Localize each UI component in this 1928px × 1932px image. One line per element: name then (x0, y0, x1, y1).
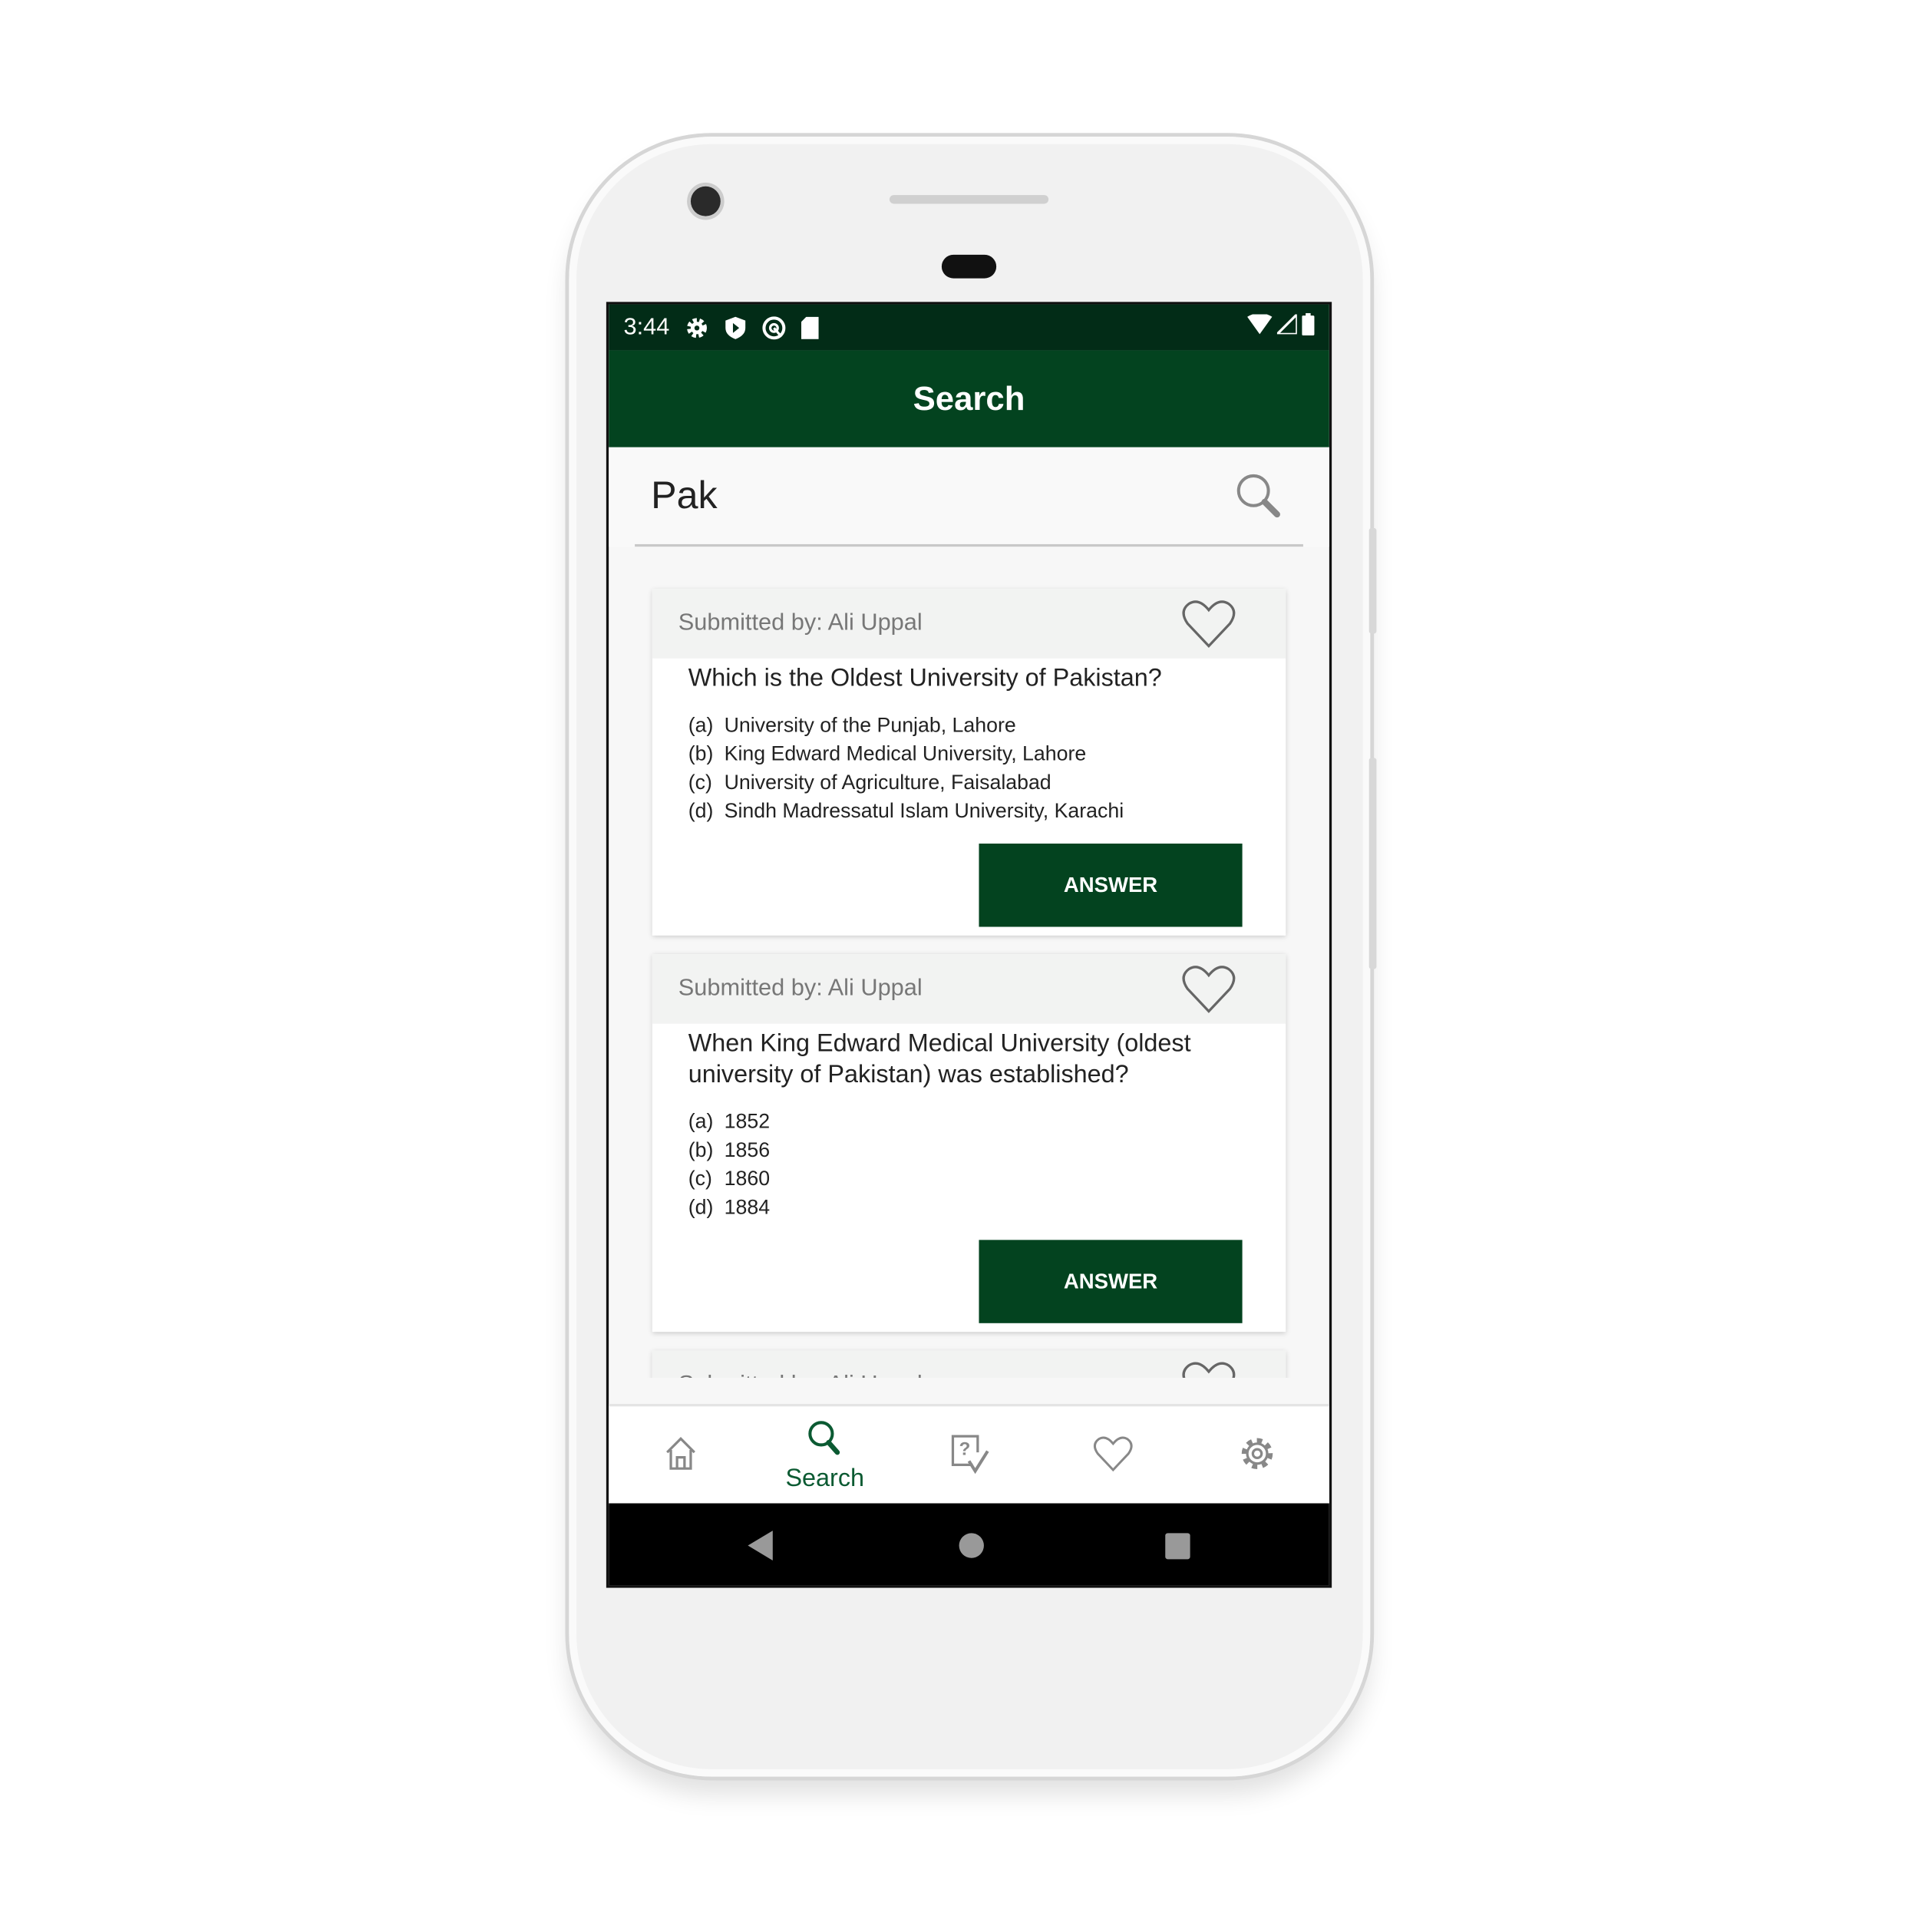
option-label: (a) (688, 714, 714, 737)
nav-item-gear[interactable] (1185, 1406, 1329, 1505)
results-list[interactable]: Submitted by: Ali Uppal Which is the Old… (609, 547, 1329, 1379)
speaker-grille (889, 195, 1049, 204)
submitted-by: Submitted by: Ali Uppal (678, 975, 923, 1002)
option: (c) 1860 (688, 1165, 1251, 1194)
option-label: (d) (688, 1196, 714, 1219)
option-label: (c) (688, 771, 712, 794)
search-input[interactable] (636, 464, 1213, 527)
system-navigation-bar (609, 1503, 1329, 1586)
option-text: Sindh Madressatul Islam University, Kara… (724, 800, 1124, 823)
heart-icon[interactable] (1181, 1360, 1236, 1379)
option: (b) 1856 (688, 1137, 1251, 1165)
gear-icon (1237, 1433, 1277, 1479)
signal-icon (1274, 310, 1299, 342)
options-list: (a) University of the Punjab, Lahore (b) Ki… (652, 695, 1286, 827)
heart-icon (1093, 1435, 1133, 1478)
submitted-by: Submitted by: Ali Uppal (678, 1372, 923, 1378)
nav-item-search[interactable]: Search (753, 1406, 897, 1505)
nav-item-home[interactable] (609, 1406, 753, 1505)
home-icon (662, 1435, 700, 1478)
option-label: (b) (688, 742, 714, 766)
option-text: 1852 (724, 1111, 771, 1134)
status-bar: 3:44 (609, 304, 1329, 351)
nav-item-heart[interactable] (1041, 1406, 1185, 1505)
at-sign-icon (761, 315, 786, 339)
option-label: (a) (688, 1111, 714, 1134)
option-text: University of Agriculture, Faisalabad (724, 771, 1051, 794)
search-bar (609, 447, 1329, 547)
wifi-icon (1247, 312, 1273, 342)
question-card: Submitted by: Ali Uppal (652, 1350, 1286, 1379)
card-header: Submitted by: Ali Uppal (652, 1350, 1286, 1379)
question-card: Submitted by: Ali Uppal When King Edward… (652, 954, 1286, 1333)
page-title: Search (913, 379, 1025, 418)
options-list: (a) 1852 (b) 1856 (c) 1860 (d) 1884 (652, 1091, 1286, 1223)
sd-card-icon (801, 315, 819, 339)
option-text: King Edward Medical University, Lahore (724, 742, 1087, 766)
front-camera (690, 186, 721, 216)
screen: 3:44 Search Submitted by: Ali Uppal Whic… (606, 302, 1332, 1588)
answer-button[interactable]: ANSWER (979, 1240, 1243, 1323)
option: (a) 1852 (688, 1108, 1251, 1137)
question-text: Which is the Oldest University of Pakist… (688, 664, 1162, 692)
option-label: (b) (688, 1139, 714, 1162)
option: (c) University of Agriculture, Faisalabad (688, 769, 1251, 798)
heart-icon[interactable] (1181, 599, 1236, 655)
home-button-icon[interactable] (959, 1533, 984, 1558)
bottom-navigation: Search? (609, 1404, 1329, 1506)
option-text: 1884 (724, 1196, 771, 1219)
option: (a) University of the Punjab, Lahore (688, 712, 1251, 740)
option-label: (c) (688, 1167, 712, 1191)
submitted-by: Submitted by: Ali Uppal (678, 609, 923, 636)
card-header: Submitted by: Ali Uppal (652, 589, 1286, 659)
question-text: When King Edward Medical University (old… (688, 1029, 1191, 1088)
back-icon[interactable] (748, 1531, 773, 1560)
search-icon[interactable] (1235, 472, 1283, 526)
nav-item-quiz-check[interactable]: ? (897, 1406, 1042, 1505)
gear-icon (685, 315, 709, 339)
earpiece (941, 254, 997, 279)
search-icon (806, 1418, 844, 1462)
option: (b) King Edward Medical University, Lahor… (688, 741, 1251, 769)
answer-button[interactable]: ANSWER (979, 844, 1243, 927)
recents-icon[interactable] (1165, 1533, 1190, 1560)
volume-button (1368, 527, 1377, 634)
heart-icon[interactable] (1181, 964, 1236, 1020)
svg-text:?: ? (959, 1438, 971, 1459)
option-text: 1860 (724, 1167, 771, 1191)
option: (d) 1884 (688, 1194, 1251, 1222)
option-text: 1856 (724, 1139, 771, 1162)
shield-play-icon (725, 315, 747, 339)
status-time: 3:44 (623, 313, 670, 340)
quiz-check-icon: ? (948, 1432, 990, 1480)
nav-label: Search (785, 1465, 865, 1492)
question-card: Submitted by: Ali Uppal Which is the Old… (652, 589, 1286, 936)
app-bar: Search (609, 350, 1329, 447)
option-text: University of the Punjab, Lahore (724, 714, 1016, 737)
battery-icon (1302, 312, 1315, 342)
option: (d) Sindh Madressatul Islam University, K… (688, 798, 1251, 826)
power-button (1368, 758, 1377, 969)
option-label: (d) (688, 800, 714, 823)
card-header: Submitted by: Ali Uppal (652, 954, 1286, 1024)
